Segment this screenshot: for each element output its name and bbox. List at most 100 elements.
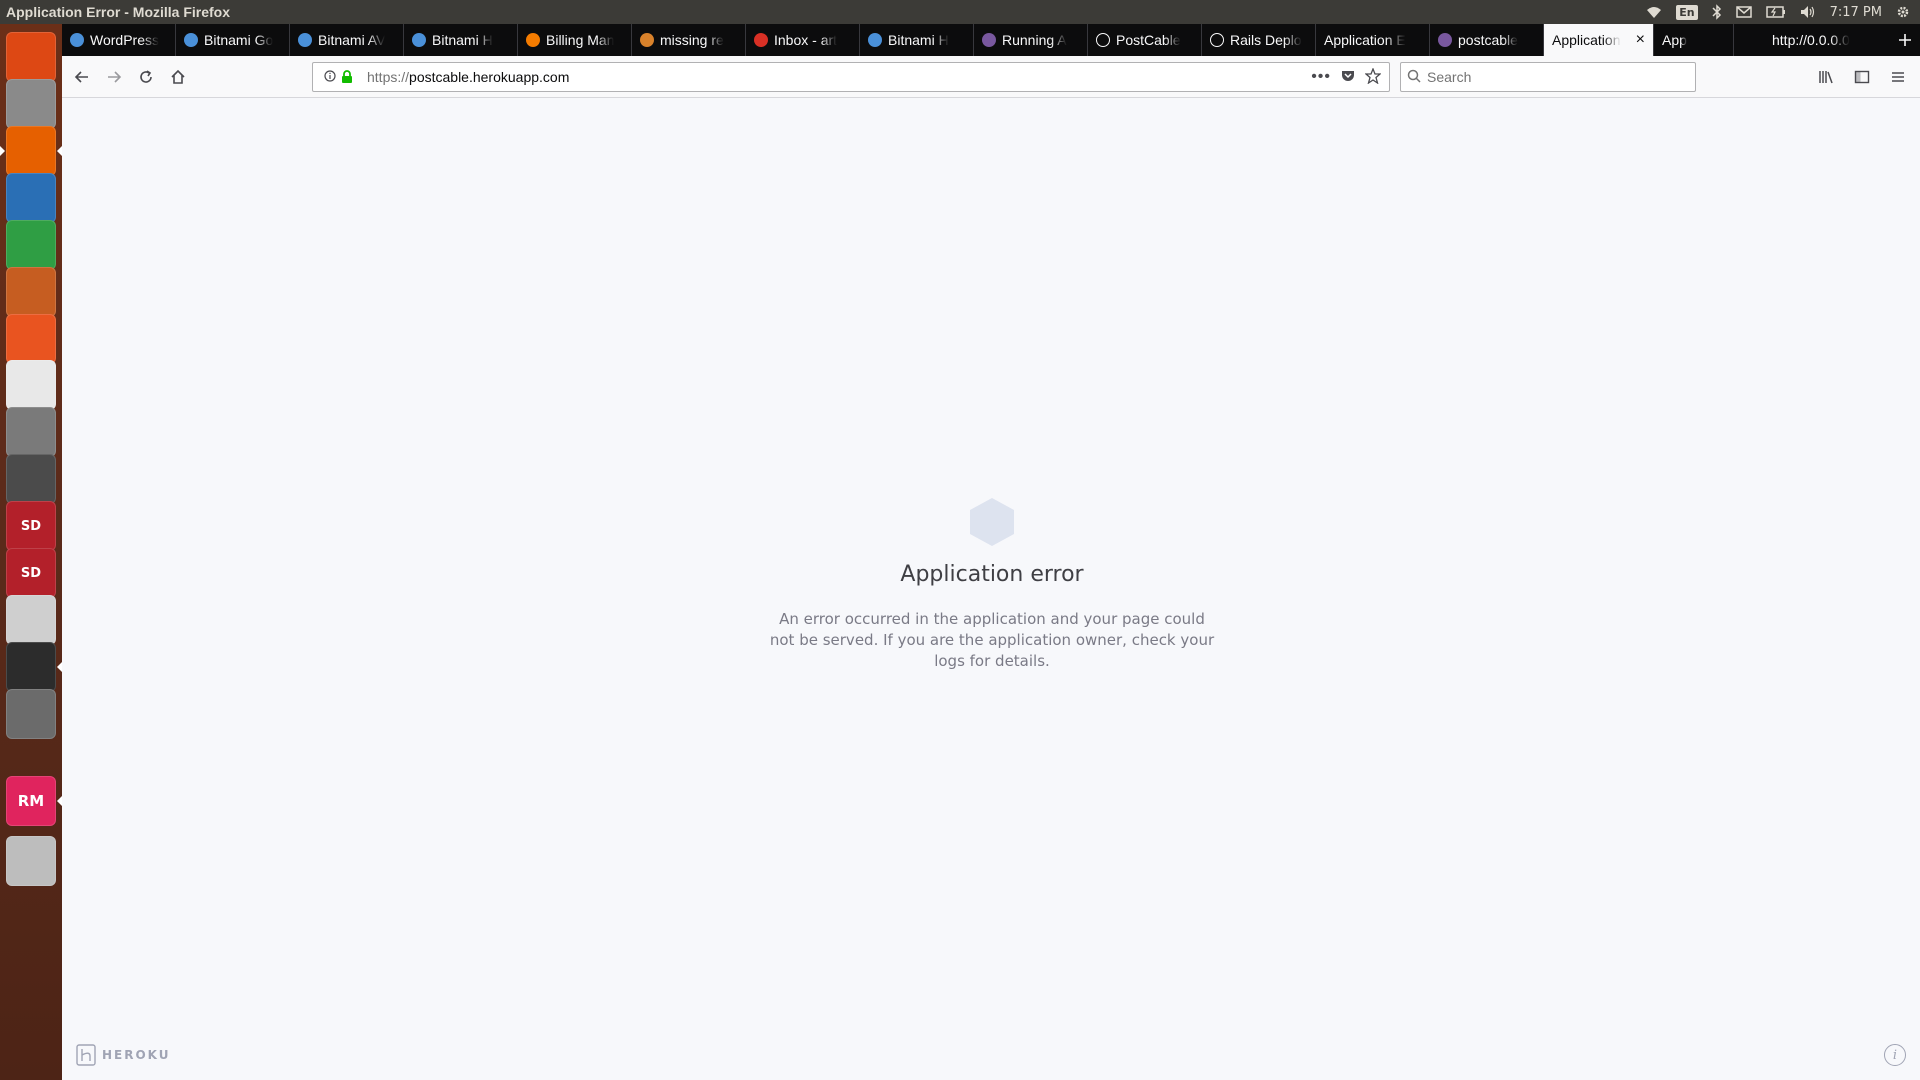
tab-title: Bitnami Go xyxy=(204,32,274,48)
page-actions-icon[interactable]: ••• xyxy=(1311,68,1331,86)
tab[interactable]: WordPress xyxy=(62,24,176,56)
trash-icon[interactable] xyxy=(6,836,56,886)
bluetooth-icon[interactable] xyxy=(1712,4,1722,20)
tab-favicon-icon xyxy=(982,33,996,47)
sublime-text-icon[interactable] xyxy=(6,454,56,504)
sd-card-icon-label: SD xyxy=(20,518,42,534)
firefox-icon[interactable] xyxy=(0,126,62,176)
tab[interactable]: Rails Deplo xyxy=(1202,24,1316,56)
menu-button[interactable] xyxy=(1882,61,1914,93)
error-title: Application error xyxy=(900,562,1084,587)
mail-icon[interactable] xyxy=(1735,6,1752,18)
tab-favicon-icon xyxy=(868,33,882,47)
software-center-icon[interactable] xyxy=(6,314,56,364)
url-bar[interactable]: https://postcable.herokuapp.com ••• xyxy=(312,62,1390,92)
tab[interactable]: Bitnami Go xyxy=(176,24,290,56)
window-title: Application Error - Mozilla Firefox xyxy=(6,4,231,20)
sidebar-button[interactable] xyxy=(1846,61,1878,93)
volume-icon[interactable] xyxy=(1800,5,1816,19)
tab-favicon-icon xyxy=(1210,33,1224,47)
library-button[interactable] xyxy=(1810,61,1842,93)
tab-favicon-icon xyxy=(754,33,768,47)
pocket-icon[interactable] xyxy=(1341,69,1355,86)
hamburger-menu-icon xyxy=(1892,72,1904,82)
files-icon[interactable] xyxy=(6,79,56,129)
forward-button[interactable] xyxy=(98,61,130,93)
back-arrow-icon xyxy=(74,70,88,83)
launcher: SD SD RM xyxy=(0,24,62,1080)
tab-title: Inbox - art xyxy=(774,32,838,48)
bookmark-star-icon[interactable] xyxy=(1364,66,1382,87)
reload-icon xyxy=(140,69,152,83)
reload-button[interactable] xyxy=(130,61,162,93)
tab-close-icon[interactable]: × xyxy=(1636,31,1645,49)
impress-icon[interactable] xyxy=(6,267,56,317)
url-text[interactable]: https://postcable.herokuapp.com xyxy=(367,69,569,85)
system-settings-icon[interactable] xyxy=(6,407,56,457)
search-bar[interactable]: Search xyxy=(1400,62,1696,92)
error-box: Application error An error occurred in t… xyxy=(767,496,1217,672)
amazon-icon[interactable] xyxy=(6,360,56,410)
battery-icon[interactable] xyxy=(1765,6,1786,18)
search-placeholder: Search xyxy=(1427,69,1472,85)
screenshot-icon[interactable] xyxy=(6,689,56,739)
tab-title: WordPress xyxy=(90,32,159,48)
sd-card-icon[interactable]: SD xyxy=(6,501,56,551)
ubuntu-dash-icon[interactable] xyxy=(6,32,56,82)
url-scheme: https:// xyxy=(367,69,410,85)
home-button[interactable] xyxy=(162,61,194,93)
tab-title: Bitnami H xyxy=(432,32,493,48)
keyboard-layout-indicator[interactable]: En xyxy=(1676,4,1698,20)
tab[interactable]: Inbox - art xyxy=(746,24,860,56)
tab-bar: WordPress Bitnami Go Bitnami AV Bitnami H Bi… xyxy=(62,24,1920,56)
back-button[interactable] xyxy=(66,61,98,93)
tab-favicon-icon xyxy=(1096,33,1110,47)
tab-title: Application E xyxy=(1324,32,1406,48)
tab[interactable]: PostCable xyxy=(1088,24,1202,56)
tab[interactable]: Bitnami AV xyxy=(290,24,404,56)
new-tab-button[interactable] xyxy=(1890,24,1920,56)
tab[interactable]: missing re xyxy=(632,24,746,56)
sidebar-icon xyxy=(1854,70,1870,84)
navigation-toolbar: https://postcable.herokuapp.com ••• Sear… xyxy=(62,56,1920,98)
tab-favicon-icon xyxy=(412,33,426,47)
sd-card-icon-2[interactable]: SD xyxy=(6,548,56,598)
tab-localhost[interactable]: http://0.0.0.0 xyxy=(1764,24,1890,56)
tab-favicon-icon xyxy=(1438,33,1452,47)
tab[interactable]: Application E xyxy=(1316,24,1430,56)
wifi-icon[interactable] xyxy=(1646,5,1662,19)
heroku-logo-text: HEROKU xyxy=(102,1048,171,1062)
clock[interactable]: 7:17 PM xyxy=(1830,5,1882,20)
system-gear-icon[interactable] xyxy=(1896,5,1910,19)
tab[interactable]: postcable xyxy=(1430,24,1544,56)
tab-favicon-icon xyxy=(70,33,84,47)
tab[interactable]: Billing Man xyxy=(518,24,632,56)
tab-title: App xyxy=(1662,32,1687,48)
tab-title: http://0.0.0.0 xyxy=(1772,32,1850,48)
writer-icon[interactable] xyxy=(6,173,56,223)
tab-title: PostCable xyxy=(1116,32,1181,48)
tab-selected[interactable]: Application × xyxy=(1544,24,1654,56)
library-icon xyxy=(1819,71,1833,84)
forward-arrow-icon xyxy=(108,70,122,83)
site-info-icon[interactable] xyxy=(319,69,341,85)
tab-favicon-icon xyxy=(184,33,198,47)
tab-title: missing re xyxy=(660,32,724,48)
rubymine-icon[interactable]: RM xyxy=(6,776,62,826)
terminal-icon[interactable] xyxy=(6,642,62,692)
tab[interactable]: Running A xyxy=(974,24,1088,56)
page-content: Application error An error occurred in t… xyxy=(62,98,1920,1080)
tab-title: Running A xyxy=(1002,32,1067,48)
lock-icon[interactable] xyxy=(341,70,359,84)
info-icon[interactable]: i xyxy=(1884,1044,1906,1066)
usb-drive-icon[interactable] xyxy=(6,595,56,645)
tab-app[interactable]: App xyxy=(1654,24,1734,56)
sd-card-icon-2-label: SD xyxy=(20,565,42,581)
tab[interactable]: Bitnami H xyxy=(860,24,974,56)
tab-title: postcable xyxy=(1458,32,1518,48)
heroku-mark-icon xyxy=(76,1044,96,1066)
tab[interactable]: Bitnami H xyxy=(404,24,518,56)
top-panel: Application Error - Mozilla Firefox En 7… xyxy=(0,0,1920,24)
calc-icon[interactable] xyxy=(6,220,56,270)
heroku-logo[interactable]: HEROKU xyxy=(76,1044,171,1066)
